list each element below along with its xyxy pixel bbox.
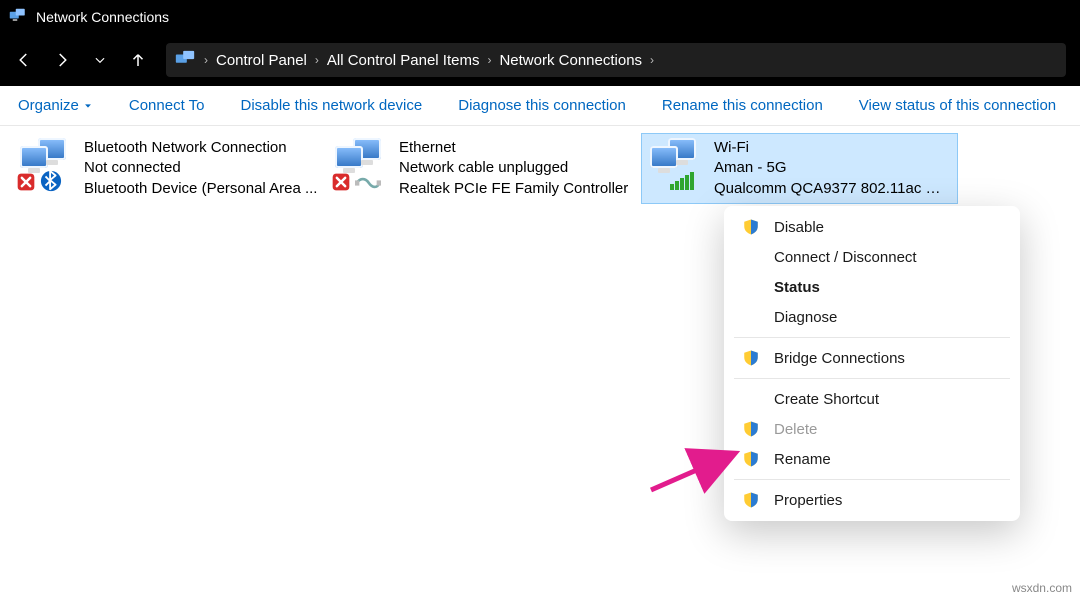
connection-item-bluetooth[interactable]: Bluetooth Network Connection Not connect… bbox=[12, 134, 327, 203]
connection-device: Qualcomm QCA9377 802.11ac Wi... bbox=[714, 179, 954, 199]
connection-icon bbox=[18, 138, 76, 190]
chevron-icon: › bbox=[315, 53, 319, 67]
menu-label: Bridge Connections bbox=[774, 350, 905, 367]
menu-label: Status bbox=[774, 279, 820, 296]
menu-connect[interactable]: Connect / Disconnect bbox=[724, 242, 1020, 272]
cable-icon bbox=[355, 176, 381, 190]
signal-bars-icon bbox=[670, 172, 694, 190]
connection-device: Bluetooth Device (Personal Area ... bbox=[84, 179, 317, 199]
connection-device: Realtek PCIe FE Family Controller bbox=[399, 179, 628, 199]
menu-label: Delete bbox=[774, 421, 817, 438]
menu-label: Connect / Disconnect bbox=[774, 249, 917, 266]
address-bar[interactable]: › Control Panel › All Control Panel Item… bbox=[166, 43, 1066, 77]
connection-item-ethernet[interactable]: Ethernet Network cable unplugged Realtek… bbox=[327, 134, 642, 203]
titlebar: Network Connections bbox=[0, 0, 1080, 34]
chevron-icon: › bbox=[650, 53, 654, 67]
connection-name: Ethernet bbox=[399, 138, 628, 158]
connection-icon bbox=[648, 138, 706, 190]
context-menu: Disable Connect / Disconnect Status Diag… bbox=[724, 206, 1020, 521]
shield-icon bbox=[742, 491, 760, 509]
connection-icon bbox=[333, 138, 391, 190]
menu-label: Diagnose bbox=[774, 309, 837, 326]
breadcrumb-item[interactable]: Network Connections bbox=[499, 52, 642, 69]
breadcrumb-item[interactable]: All Control Panel Items bbox=[327, 52, 480, 69]
diagnose-button[interactable]: Diagnose this connection bbox=[458, 97, 626, 114]
menu-disable[interactable]: Disable bbox=[724, 212, 1020, 242]
breadcrumb-item[interactable]: Control Panel bbox=[216, 52, 307, 69]
menu-separator bbox=[734, 479, 1010, 480]
connection-item-wifi[interactable]: Wi-Fi Aman - 5G Qualcomm QCA9377 802.11a… bbox=[642, 134, 957, 203]
menu-delete: Delete bbox=[724, 414, 1020, 444]
menu-status[interactable]: Status bbox=[724, 272, 1020, 302]
app-icon bbox=[6, 5, 30, 29]
connection-status: Network cable unplugged bbox=[399, 158, 628, 178]
bluetooth-icon bbox=[40, 170, 62, 192]
menu-label: Create Shortcut bbox=[774, 391, 879, 408]
menu-create-shortcut[interactable]: Create Shortcut bbox=[724, 384, 1020, 414]
window-title: Network Connections bbox=[36, 9, 169, 25]
connection-status: Not connected bbox=[84, 158, 317, 178]
connection-name: Bluetooth Network Connection bbox=[84, 138, 317, 158]
view-status-button[interactable]: View status of this connection bbox=[859, 97, 1056, 114]
recent-dropdown[interactable] bbox=[90, 50, 110, 70]
menu-bridge[interactable]: Bridge Connections bbox=[724, 343, 1020, 373]
chevron-down-icon bbox=[83, 101, 93, 111]
organize-label: Organize bbox=[18, 97, 79, 114]
watermark: wsxdn.com bbox=[1012, 581, 1072, 595]
folder-icon bbox=[174, 49, 196, 71]
menu-separator bbox=[734, 378, 1010, 379]
menu-label: Rename bbox=[774, 451, 831, 468]
navbar: › Control Panel › All Control Panel Item… bbox=[0, 34, 1080, 86]
connect-to-button[interactable]: Connect To bbox=[129, 97, 205, 114]
connection-name: Wi-Fi bbox=[714, 138, 954, 158]
menu-label: Properties bbox=[774, 492, 842, 509]
menu-label: Disable bbox=[774, 219, 824, 236]
error-icon bbox=[331, 172, 351, 192]
connections-list: Bluetooth Network Connection Not connect… bbox=[0, 126, 1080, 211]
shield-icon bbox=[742, 420, 760, 438]
forward-button[interactable] bbox=[52, 50, 72, 70]
organize-menu[interactable]: Organize bbox=[18, 97, 93, 114]
menu-properties[interactable]: Properties bbox=[724, 485, 1020, 515]
chevron-icon: › bbox=[204, 53, 208, 67]
menu-separator bbox=[734, 337, 1010, 338]
shield-icon bbox=[742, 450, 760, 468]
back-button[interactable] bbox=[14, 50, 34, 70]
command-toolbar: Organize Connect To Disable this network… bbox=[0, 86, 1080, 126]
error-icon bbox=[16, 172, 36, 192]
menu-rename[interactable]: Rename bbox=[724, 444, 1020, 474]
shield-icon bbox=[742, 218, 760, 236]
disable-device-button[interactable]: Disable this network device bbox=[240, 97, 422, 114]
up-button[interactable] bbox=[128, 50, 148, 70]
shield-icon bbox=[742, 349, 760, 367]
rename-button[interactable]: Rename this connection bbox=[662, 97, 823, 114]
chevron-icon: › bbox=[487, 53, 491, 67]
menu-diagnose[interactable]: Diagnose bbox=[724, 302, 1020, 332]
connection-status: Aman - 5G bbox=[714, 158, 954, 178]
